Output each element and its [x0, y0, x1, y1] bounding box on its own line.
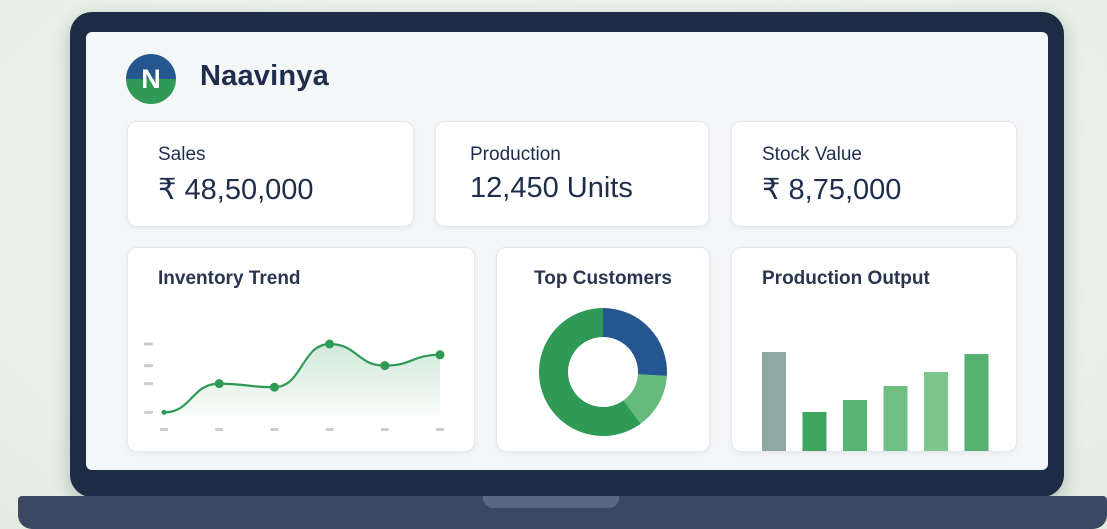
kpi-label: Sales [158, 144, 206, 165]
x-tick-mark [270, 428, 279, 431]
bar [924, 372, 948, 451]
logo-letter: N [141, 63, 161, 94]
kpi-card-sales[interactable]: Sales ₹ 48,50,000 [127, 121, 414, 227]
bar [802, 412, 827, 451]
production-output-panel[interactable]: Production Output [731, 247, 1017, 452]
kpi-value: ₹ 8,75,000 [762, 174, 902, 206]
line-point [325, 339, 335, 349]
brand-logo-icon[interactable]: N [126, 54, 176, 104]
brand-name[interactable]: Naavinya [200, 60, 329, 93]
line-area [164, 344, 440, 416]
bar [964, 354, 989, 451]
y-tick-mark [144, 342, 153, 346]
y-tick-mark [144, 364, 153, 368]
kpi-label: Stock Value [762, 144, 862, 165]
line-point [435, 350, 445, 360]
laptop-notch [483, 496, 619, 508]
line-point [380, 361, 390, 371]
dashboard-screen: N Naavinya Sales ₹ 48,50,000 Production … [86, 32, 1048, 470]
top-customers-panel[interactable]: Top Customers [496, 247, 710, 452]
top-customers-chart [539, 308, 667, 436]
x-tick-mark [380, 428, 389, 431]
kpi-card-stock-value[interactable]: Stock Value ₹ 8,75,000 [731, 121, 1017, 227]
x-tick-mark [325, 428, 334, 431]
inventory-trend-chart [144, 339, 445, 431]
x-tick-mark [160, 428, 168, 431]
bar [762, 352, 786, 451]
x-tick-mark [436, 428, 444, 431]
y-tick-mark [144, 382, 153, 386]
x-tick-mark [215, 428, 224, 431]
line-point [161, 409, 167, 415]
kpi-label: Production [470, 144, 561, 165]
y-tick-mark [144, 410, 153, 414]
line-point [214, 379, 224, 389]
bar [883, 386, 908, 451]
line-point [269, 382, 279, 392]
kpi-value: 12,450 Units [470, 172, 633, 204]
production-output-chart [762, 352, 989, 451]
bar [843, 400, 867, 451]
kpi-card-production[interactable]: Production 12,450 Units [435, 121, 709, 227]
donut-slice [603, 308, 667, 377]
kpi-value: ₹ 48,50,000 [158, 174, 314, 206]
inventory-trend-panel[interactable]: Inventory Trend [127, 247, 475, 452]
